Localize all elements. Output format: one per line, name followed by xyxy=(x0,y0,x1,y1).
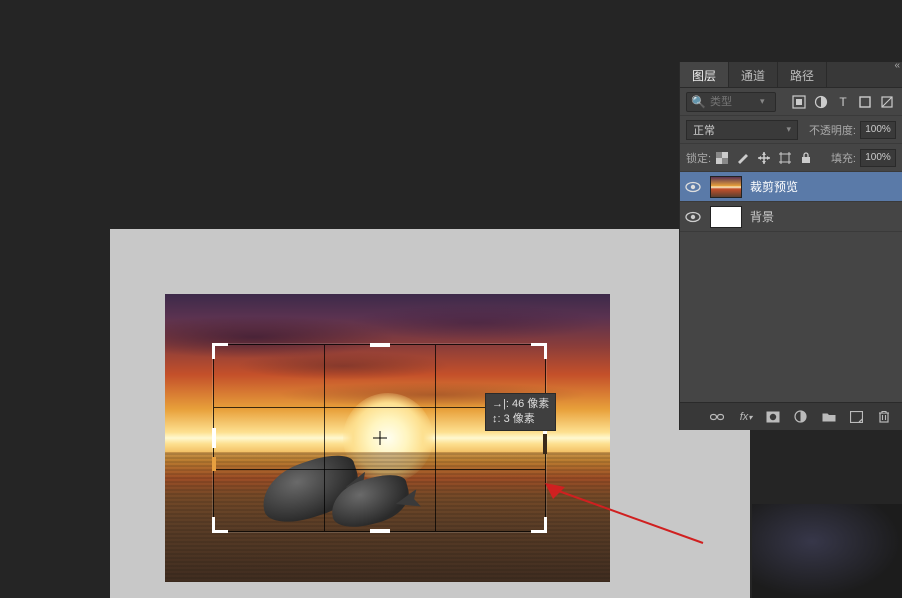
blend-opacity-row: 正常 ▾ 不透明度: 100% xyxy=(680,116,902,144)
lock-fill-row: 锁定: 填充: 100% xyxy=(680,144,902,172)
crop-tick xyxy=(543,434,547,454)
navigator-thumbnail[interactable] xyxy=(752,504,902,598)
layer-filter-input[interactable] xyxy=(710,96,756,108)
crop-grid-line xyxy=(324,345,325,531)
search-icon: 🔍 xyxy=(691,95,706,109)
crop-handle-top[interactable] xyxy=(370,343,390,347)
crop-grid-line xyxy=(435,345,436,531)
canvas-artboard[interactable]: →|: 46 像素 ↕: 3 像素 xyxy=(110,229,750,598)
lock-position-icon[interactable] xyxy=(757,151,771,165)
crop-dimension-tooltip: →|: 46 像素 ↕: 3 像素 xyxy=(485,393,556,431)
layer-name[interactable]: 裁剪预览 xyxy=(746,178,798,195)
chevron-down-icon: ▾ xyxy=(760,96,765,107)
crop-handle-top-left[interactable] xyxy=(212,343,228,359)
crop-center-marker xyxy=(373,431,387,445)
visibility-toggle[interactable] xyxy=(680,211,706,223)
opacity-label: 不透明度: xyxy=(809,122,856,138)
blend-mode-select[interactable]: 正常 ▾ xyxy=(686,120,798,140)
tooltip-height: ↕: 3 像素 xyxy=(492,412,549,427)
fill-input[interactable]: 100% xyxy=(860,149,896,167)
lock-pixels-icon[interactable] xyxy=(736,151,750,165)
adjustment-icon[interactable] xyxy=(794,410,810,423)
layer-row[interactable]: 背景 xyxy=(680,202,902,232)
layer-row[interactable]: 裁剪预览 xyxy=(680,172,902,202)
filter-smartobject-icon[interactable] xyxy=(878,93,896,111)
new-layer-icon[interactable] xyxy=(850,411,866,423)
panel-collapse-icon[interactable]: « xyxy=(894,60,900,71)
crop-tick xyxy=(212,457,216,471)
tab-layers[interactable]: 图层 xyxy=(680,62,729,87)
layer-filter-row: 🔍 ▾ T xyxy=(680,88,902,116)
trash-icon[interactable] xyxy=(878,410,894,423)
filter-shape-icon[interactable] xyxy=(856,93,874,111)
crop-handle-bottom-right[interactable] xyxy=(531,517,547,533)
crop-box[interactable]: →|: 46 像素 ↕: 3 像素 xyxy=(213,344,546,532)
layer-thumbnail[interactable] xyxy=(710,176,742,198)
layers-list: 裁剪预览 背景 xyxy=(680,172,902,402)
tab-paths[interactable]: 路径 xyxy=(778,62,827,87)
mask-icon[interactable] xyxy=(766,411,782,423)
panel-tabs: 图层 通道 路径 xyxy=(680,62,902,88)
crop-handle-bottom[interactable] xyxy=(370,529,390,533)
blend-mode-value: 正常 xyxy=(693,122,715,138)
tooltip-width: →|: 46 像素 xyxy=(492,397,549,412)
lock-artboard-icon[interactable] xyxy=(778,151,792,165)
lock-transparency-icon[interactable] xyxy=(715,151,729,165)
lock-all-icon[interactable] xyxy=(799,151,813,165)
visibility-toggle[interactable] xyxy=(680,181,706,193)
crop-handle-bottom-left[interactable] xyxy=(212,517,228,533)
crop-handle-top-right[interactable] xyxy=(531,343,547,359)
lock-label: 锁定: xyxy=(686,150,711,166)
document-image[interactable]: →|: 46 像素 ↕: 3 像素 xyxy=(165,294,610,582)
eye-icon xyxy=(685,211,701,223)
layer-type-filter[interactable]: 🔍 ▾ xyxy=(686,92,776,112)
layer-name[interactable]: 背景 xyxy=(746,208,774,225)
tab-channels[interactable]: 通道 xyxy=(729,62,778,87)
filter-adjustment-icon[interactable] xyxy=(812,93,830,111)
chevron-down-icon: ▾ xyxy=(786,124,791,135)
group-icon[interactable] xyxy=(822,411,838,422)
crop-grid-line xyxy=(214,469,545,470)
eye-icon xyxy=(685,181,701,193)
fill-label: 填充: xyxy=(831,150,856,166)
lock-icons-group xyxy=(715,151,813,165)
fx-icon[interactable]: fx▾ xyxy=(738,411,754,423)
crop-handle-left[interactable] xyxy=(212,428,216,448)
layers-panel-footer: fx▾ xyxy=(680,402,902,430)
layer-thumbnail[interactable] xyxy=(710,206,742,228)
opacity-input[interactable]: 100% xyxy=(860,121,896,139)
filter-type-icon[interactable]: T xyxy=(834,93,852,111)
filter-pixel-icon[interactable] xyxy=(790,93,808,111)
layers-panel: « 图层 通道 路径 🔍 ▾ T 正常 ▾ 不透明度: xyxy=(680,62,902,430)
link-icon[interactable] xyxy=(710,412,726,422)
